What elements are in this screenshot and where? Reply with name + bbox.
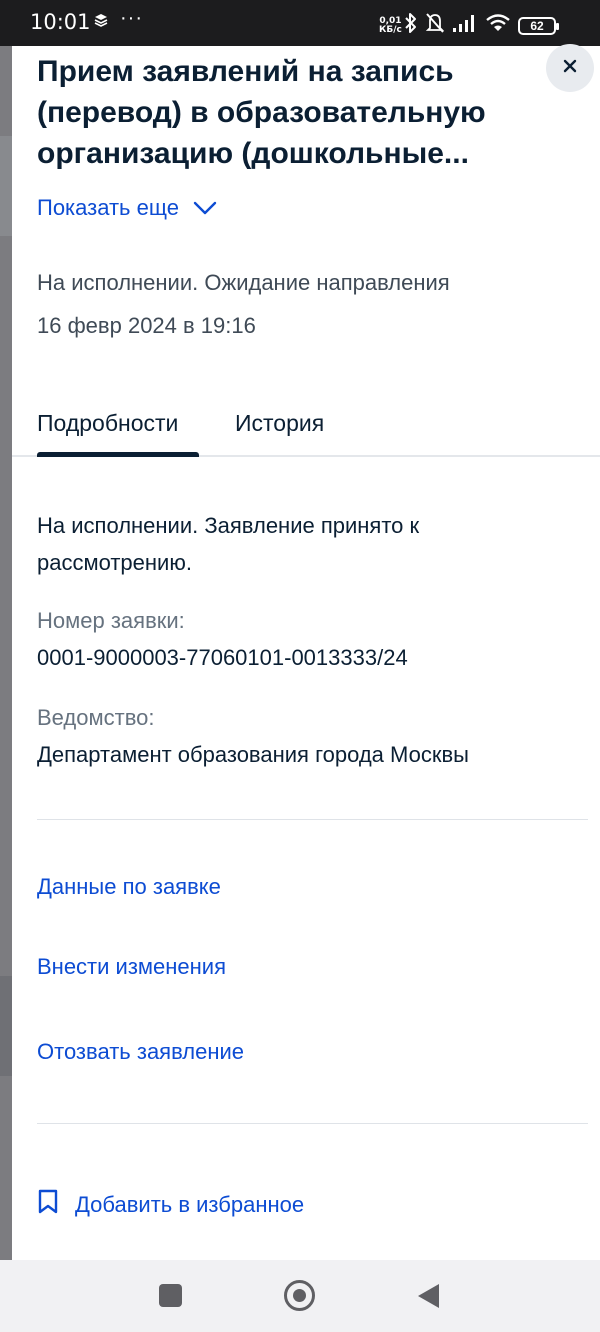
- close-button[interactable]: [546, 44, 594, 92]
- tab-details[interactable]: Подробности: [37, 410, 178, 437]
- status-bar: 10:01 ··· 0,01 КБ/c 62: [0, 0, 600, 46]
- divider: [37, 1123, 588, 1124]
- edit-request-link[interactable]: Внести изменения: [37, 954, 226, 980]
- bluetooth-icon: [404, 12, 418, 39]
- home-button[interactable]: [284, 1280, 315, 1311]
- page-title: Прием заявлений на запись (перевод) в об…: [37, 55, 486, 170]
- status-time: 10:01: [30, 10, 91, 34]
- agency-value: Департамент образования города Москвы: [37, 742, 469, 767]
- application-status: На исполнении. Ожидание направления: [37, 270, 450, 295]
- active-tab-indicator: [37, 452, 199, 457]
- request-number-label: Номер заявки:: [37, 608, 185, 633]
- background-segment: [0, 976, 12, 1076]
- withdraw-request-link[interactable]: Отозвать заявление: [37, 1039, 244, 1065]
- app-notification-icon: [94, 13, 108, 32]
- mute-bell-icon: [425, 12, 445, 39]
- bookmark-icon: [37, 1189, 59, 1221]
- status-description: На исполнении. Заявление принято к рассм…: [37, 513, 420, 575]
- request-data-link[interactable]: Данные по заявке: [37, 874, 221, 900]
- network-speed-unit: КБ/c: [379, 25, 402, 35]
- close-icon: [563, 59, 577, 78]
- signal-icon: [452, 13, 478, 38]
- chevron-down-icon: [193, 195, 217, 221]
- show-more-label: Показать еще: [37, 195, 179, 220]
- background-segment: [0, 136, 12, 236]
- status-date: 16 февр 2024 в 19:16: [37, 313, 256, 338]
- agency-label: Ведомство:: [37, 705, 155, 730]
- back-button[interactable]: [418, 1284, 439, 1308]
- system-navigation-bar: [0, 1260, 600, 1332]
- add-to-favorites-button[interactable]: Добавить в избранное: [37, 1189, 304, 1221]
- add-to-favorites-label: Добавить в избранное: [75, 1192, 305, 1217]
- tab-bar: Подробности История: [12, 400, 600, 457]
- recent-apps-button[interactable]: [159, 1284, 182, 1307]
- background-screen-edge: [0, 46, 12, 1260]
- more-notifications-icon: ···: [120, 7, 143, 29]
- status-icons: 62: [404, 12, 559, 39]
- show-more-button[interactable]: Показать еще: [37, 195, 217, 221]
- divider: [37, 819, 588, 820]
- battery-indicator: 62: [518, 16, 559, 35]
- network-speed: 0,01 КБ/c: [379, 17, 402, 35]
- tab-history[interactable]: История: [235, 410, 324, 437]
- wifi-icon: [485, 13, 511, 38]
- request-number-value: 0001-9000003-77060101-0013333/24: [37, 645, 408, 670]
